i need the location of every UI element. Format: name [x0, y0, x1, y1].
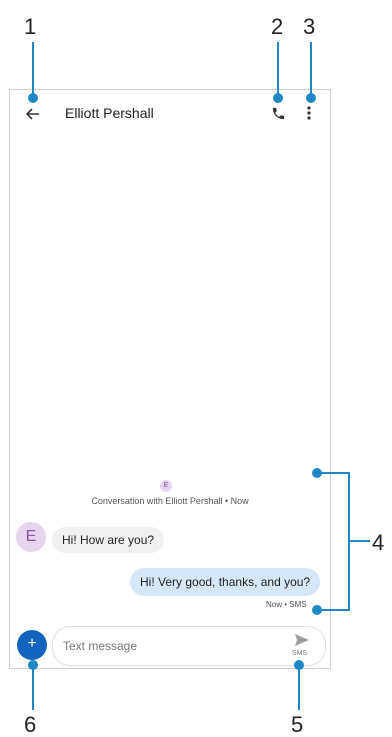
incoming-message[interactable]: Hi! How are you? [52, 527, 165, 553]
contact-avatar[interactable]: E [16, 522, 46, 552]
phone-icon[interactable] [269, 104, 287, 122]
callout-5: 5 [291, 712, 304, 737]
callout-line-4-bottom [318, 609, 350, 611]
callout-dot-2 [273, 93, 283, 103]
callout-line-6 [32, 664, 34, 710]
callout-6: 6 [24, 712, 37, 737]
text-message-input[interactable]: Text message [63, 639, 137, 653]
add-attachment-button[interactable]: + [17, 630, 47, 660]
callout-dot-1 [28, 93, 38, 103]
conversation-avatar-small: E [160, 480, 172, 492]
callout-line-4-stem [350, 540, 370, 542]
callout-line-3 [310, 42, 312, 96]
contact-name: Elliott Pershall [65, 105, 154, 121]
compose-box[interactable]: Text message SMS [52, 626, 326, 666]
callout-line-2 [277, 42, 279, 96]
callout-line-4-top [318, 472, 350, 474]
callout-1: 1 [24, 14, 37, 39]
callout-dot-3 [306, 93, 316, 103]
send-icon[interactable] [293, 632, 311, 648]
callout-line-5 [298, 664, 300, 710]
messaging-screen: Elliott Pershall E Conversation with Ell… [9, 89, 331, 669]
callout-4: 4 [372, 530, 385, 555]
back-arrow-icon[interactable] [23, 104, 43, 124]
outgoing-message[interactable]: Hi! Very good, thanks, and you? [130, 568, 321, 596]
message-status: Now • SMS [266, 600, 307, 609]
callout-3: 3 [303, 14, 316, 39]
send-label: SMS [292, 650, 308, 657]
callout-line-1 [32, 42, 34, 96]
more-vert-icon[interactable] [304, 103, 314, 123]
conversation-info: Conversation with Elliott Pershall • Now [91, 496, 249, 506]
callout-2: 2 [271, 14, 284, 39]
